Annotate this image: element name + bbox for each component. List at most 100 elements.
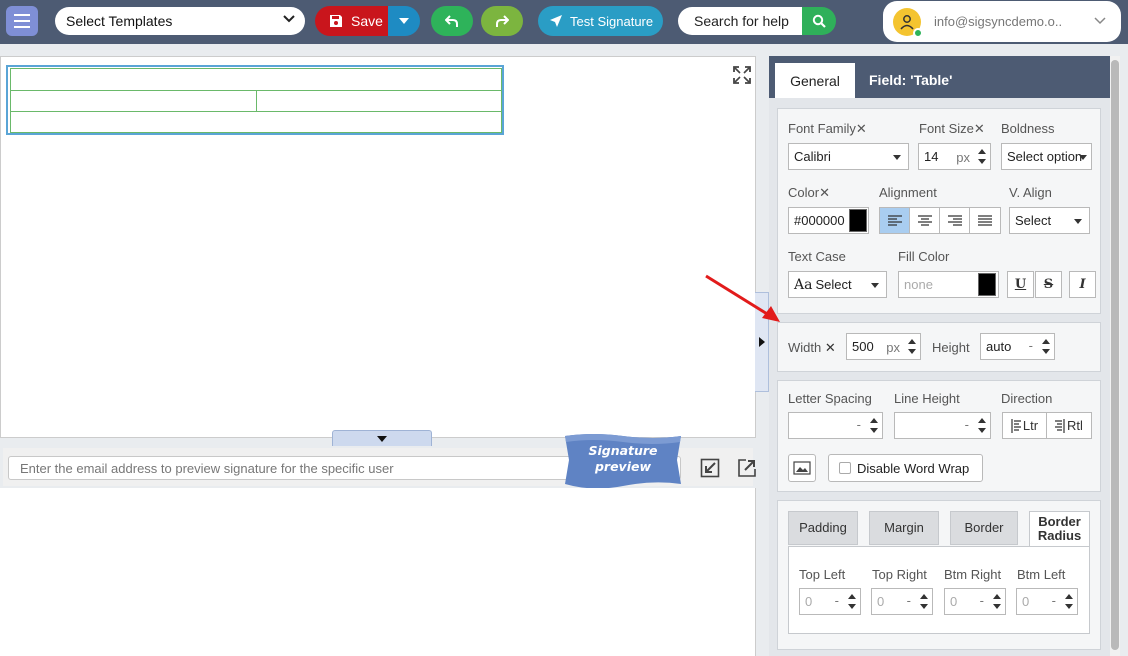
hamburger-menu-button[interactable] [6, 6, 38, 36]
field-name: 'Table' [910, 72, 953, 88]
preview-bar: Enter the email address to preview signa… [3, 434, 756, 489]
spinner-arrows-icon[interactable] [993, 593, 1001, 610]
chevron-down-icon [283, 15, 295, 23]
align-right-button[interactable] [940, 208, 970, 233]
line-height-stepper[interactable]: - [894, 412, 991, 439]
btm-right-radius-stepper[interactable]: 0 - [944, 588, 1006, 615]
fullscreen-icon[interactable] [732, 65, 752, 85]
width-stepper[interactable]: 500 px [846, 333, 921, 360]
test-signature-button[interactable]: Test Signature [538, 6, 663, 36]
top-right-dash: - [906, 593, 911, 608]
save-button[interactable]: Save [315, 6, 388, 36]
strikethrough-button[interactable]: S [1035, 271, 1062, 298]
align-right-icon [947, 214, 962, 226]
open-external-icon[interactable] [737, 458, 757, 478]
user-account-menu[interactable]: info@sigsyncdemo.o.. [883, 1, 1121, 42]
spinner-arrows-icon[interactable] [978, 148, 986, 165]
clear-width-icon[interactable]: ✕ [825, 340, 836, 355]
collapse-canvas-toggle[interactable] [332, 430, 432, 446]
scrollbar-thumb[interactable] [1111, 60, 1119, 650]
color-swatch[interactable] [849, 209, 867, 232]
color-label: Color [788, 185, 820, 200]
help-search-input[interactable]: Search for help [678, 7, 802, 35]
top-left-label: Top Left [799, 567, 846, 582]
disable-word-wrap-toggle[interactable]: Disable Word Wrap [828, 454, 983, 482]
width-value: 500 [852, 339, 874, 354]
undo-button[interactable] [431, 6, 473, 36]
caret-down-icon [1074, 219, 1082, 224]
clear-color-icon[interactable]: ✕ [819, 185, 830, 200]
tab-padding[interactable]: Padding [788, 511, 858, 545]
top-right-radius-stepper[interactable]: 0 - [871, 588, 933, 615]
boldness-select[interactable]: Select option [1001, 143, 1092, 170]
template-select-label: Select Templates [66, 13, 173, 29]
underline-button[interactable]: U [1007, 271, 1034, 298]
align-justify-button[interactable] [970, 208, 1000, 233]
spinner-arrows-icon[interactable] [870, 417, 878, 434]
letter-spacing-stepper[interactable]: - [788, 412, 883, 439]
preview-area [0, 488, 756, 656]
font-size-stepper[interactable]: 14 px [918, 143, 991, 170]
signature-table[interactable] [6, 65, 504, 135]
height-stepper[interactable]: auto - [980, 333, 1055, 360]
spinner-arrows-icon[interactable] [1042, 338, 1050, 355]
letter-spacing-dash: - [856, 417, 861, 432]
field-prefix: Field: [869, 72, 911, 88]
template-select[interactable]: Select Templates [55, 7, 305, 35]
italic-button[interactable]: I [1069, 271, 1096, 298]
spinner-arrows-icon[interactable] [848, 593, 856, 610]
panel-scrollbar[interactable] [1110, 56, 1120, 656]
save-dropdown-button[interactable] [388, 6, 420, 36]
rtl-button[interactable]: Rtl [1047, 413, 1091, 438]
spinner-arrows-icon[interactable] [1065, 593, 1073, 610]
boldness-label: Boldness [1001, 121, 1055, 136]
rtl-label: Rtl [1067, 418, 1083, 433]
caret-down-icon [893, 155, 901, 160]
align-center-button[interactable] [910, 208, 940, 233]
font-size-label: Font Size [919, 121, 974, 136]
btm-left-radius-stepper[interactable]: 0 - [1016, 588, 1078, 615]
preview-email-placeholder: Enter the email address to preview signa… [20, 460, 394, 476]
ltr-button[interactable]: Ltr [1003, 413, 1047, 438]
valign-label: V. Align [1009, 185, 1052, 200]
tab-border-radius[interactable]: Border Radius [1029, 511, 1090, 547]
disable-word-wrap-checkbox[interactable] [839, 462, 851, 474]
height-dash: - [1028, 338, 1033, 353]
spinner-arrows-icon[interactable] [920, 593, 928, 610]
tab-margin[interactable]: Margin [869, 511, 939, 545]
panel-header: General Field: 'Table' [769, 56, 1110, 98]
signature-preview-ribbon[interactable]: Signature preview [563, 434, 683, 490]
valign-select[interactable]: Select [1009, 207, 1090, 234]
table-row[interactable] [10, 90, 502, 112]
text-case-icon: Aa [794, 276, 813, 293]
dock-preview-icon[interactable] [700, 458, 720, 478]
align-left-button[interactable] [880, 208, 910, 233]
spinner-arrows-icon[interactable] [978, 417, 986, 434]
tab-general[interactable]: General [775, 63, 855, 98]
font-family-select[interactable]: Calibri [788, 143, 909, 170]
clear-font-size-icon[interactable]: ✕ [974, 121, 985, 136]
table-row[interactable] [10, 111, 502, 133]
clear-font-family-icon[interactable]: ✕ [856, 121, 867, 136]
fill-color-swatch[interactable] [978, 273, 996, 296]
fill-color-placeholder: none [904, 277, 933, 292]
top-right-label: Top Right [872, 567, 927, 582]
top-left-radius-stepper[interactable]: 0 - [799, 588, 861, 615]
top-right-radius-value: 0 [877, 594, 885, 609]
field-title: Field: 'Table' [869, 72, 952, 88]
panel-toggle[interactable] [755, 292, 769, 392]
text-case-select[interactable]: Aa Select [788, 271, 887, 298]
redo-button[interactable] [481, 6, 523, 36]
spinner-arrows-icon[interactable] [908, 338, 916, 355]
send-icon [550, 15, 562, 27]
box-model-card: Padding Margin Border Border Radius Top … [777, 500, 1101, 650]
tab-border[interactable]: Border [950, 511, 1018, 545]
test-signature-label: Test Signature [570, 13, 654, 29]
background-image-button[interactable] [788, 454, 816, 482]
signature-canvas[interactable] [0, 56, 756, 438]
letter-spacing-label: Letter Spacing [788, 391, 872, 406]
table-row[interactable] [10, 68, 502, 91]
help-search-button[interactable] [802, 7, 836, 35]
user-email: info@sigsyncdemo.o.. [934, 14, 1063, 29]
redo-icon [496, 14, 509, 27]
